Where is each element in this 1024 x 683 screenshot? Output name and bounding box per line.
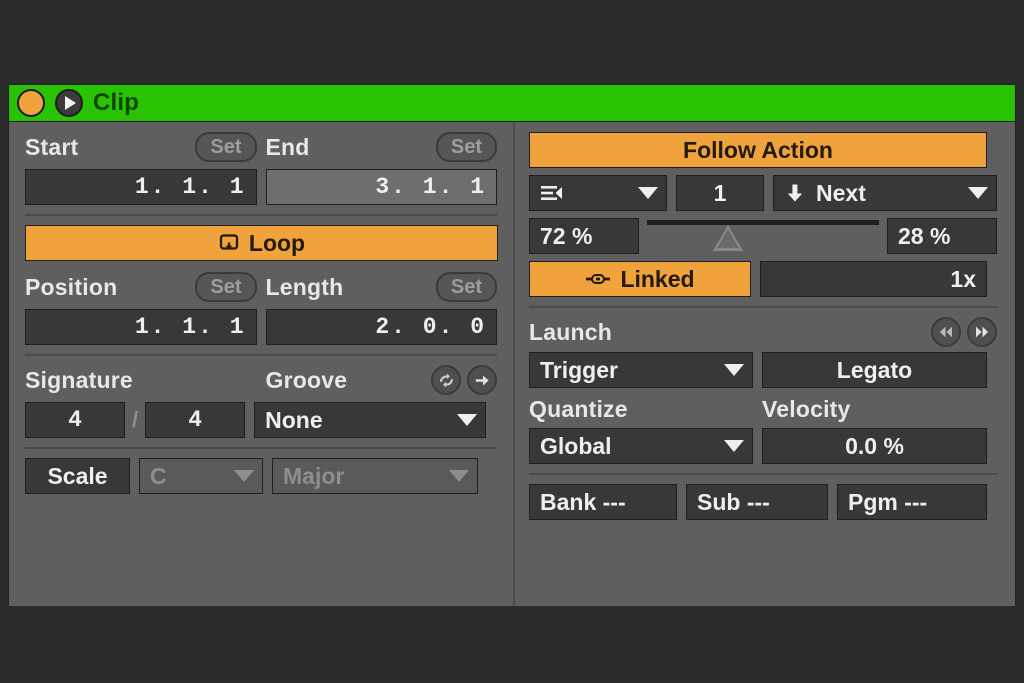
loop-label: Loop (248, 229, 306, 256)
velocity-amount-field[interactable]: 0.0 % (762, 428, 987, 464)
launch-mode-row: Trigger Legato (529, 352, 997, 388)
end-set-button[interactable]: Set (435, 132, 497, 162)
signature-label: Signature (25, 366, 133, 393)
clip-panel-body: Start Set End Set 1. 1. 1 3. 1. 1 Loop P… (9, 122, 1015, 606)
link-icon (585, 271, 611, 287)
signature-numerator-field[interactable]: 4 (25, 402, 125, 438)
signature-separator: / (132, 407, 139, 432)
chevron-down-icon (457, 414, 478, 426)
pgm-field[interactable]: Pgm --- (837, 484, 987, 520)
follow-action-chance-row: 72 % 28 % (529, 218, 997, 254)
scale-root-dropdown[interactable]: C (139, 458, 263, 494)
signature-denominator-field[interactable]: 4 (145, 402, 246, 438)
follow-action-chance-a-field[interactable]: 72 % (529, 218, 639, 254)
follow-action-chance-slider[interactable] (647, 218, 879, 254)
quantize-velocity-value-row: Global 0.0 % (529, 428, 997, 464)
launch-quantize-dropdown[interactable]: Global (529, 428, 753, 464)
arrow-right-icon[interactable] (467, 365, 497, 395)
follow-action-row: 1 Next (529, 175, 997, 211)
position-label: Position (25, 273, 118, 300)
groove-value: None (265, 406, 323, 433)
groove-dropdown[interactable]: None (254, 402, 487, 438)
hotswap-icon[interactable] (431, 365, 461, 395)
follow-action-target-value: Next (816, 179, 866, 206)
scale-row: Scale C Major (25, 458, 497, 494)
divider-loop-signature (25, 354, 497, 356)
sub-field[interactable]: Sub --- (686, 484, 828, 520)
clip-list-icon (540, 184, 566, 202)
chevron-down-icon (638, 187, 658, 199)
follow-action-toggle-button[interactable]: Follow Action (529, 132, 987, 168)
loop-toggle-button[interactable]: Loop (25, 225, 498, 261)
orange-dot-icon[interactable] (17, 89, 45, 117)
page-title: Clip (93, 89, 140, 116)
loop-position-field[interactable]: 1. 1. 1 (25, 309, 257, 345)
groove-label: Groove (265, 366, 348, 393)
start-end-label-row: Start Set End Set (25, 132, 497, 162)
legato-toggle-button[interactable]: Legato (762, 352, 987, 388)
midi-program-row: Bank --- Sub --- Pgm --- (529, 484, 997, 520)
start-label: Start (25, 133, 79, 160)
follow-action-multiplier-field[interactable]: 1x (760, 261, 987, 297)
signature-groove-value-row: 4 / 4 None (25, 402, 497, 438)
loop-icon (218, 233, 240, 253)
launch-label: Launch (529, 318, 612, 345)
clip-left-column: Start Set End Set 1. 1. 1 3. 1. 1 Loop P… (9, 122, 513, 606)
follow-action-chance-b-field[interactable]: 28 % (887, 218, 997, 254)
quantize-velocity-label-row: Quantize Velocity (529, 396, 997, 423)
bank-field[interactable]: Bank --- (529, 484, 677, 520)
chevron-down-icon (449, 470, 469, 482)
linked-toggle-button[interactable]: Linked (529, 261, 751, 297)
loop-length-field[interactable]: 2. 0. 0 (265, 309, 497, 345)
play-icon[interactable] (55, 89, 83, 117)
follow-action-bars-field[interactable]: 1 (676, 175, 764, 211)
scale-toggle-button[interactable]: Scale (25, 458, 130, 494)
scale-mode-value: Major (283, 462, 345, 489)
chevron-down-icon (968, 187, 988, 199)
signature-groove-label-row: Signature Groove (25, 365, 497, 395)
end-label: End (265, 133, 310, 160)
divider-start-loop (25, 214, 497, 216)
position-length-value-row: 1. 1. 1 2. 0. 0 (25, 309, 497, 345)
slider-thumb[interactable] (713, 225, 744, 251)
slider-track (647, 220, 879, 225)
divider-follow-launch (529, 306, 997, 308)
quantize-value: Global (540, 432, 612, 459)
clip-right-column: Follow Action 1 Next 72 % 28 % Linked 1x… (515, 122, 1015, 606)
chevron-down-icon (234, 470, 254, 482)
length-set-button[interactable]: Set (435, 272, 497, 302)
arrow-down-icon (786, 183, 804, 203)
divider-launch-midi (529, 473, 997, 475)
start-set-button[interactable]: Set (195, 132, 257, 162)
velocity-label: Velocity (762, 396, 851, 422)
launch-header-row: Launch (529, 317, 997, 347)
length-label: Length (265, 273, 344, 300)
chevron-down-icon (724, 440, 744, 452)
next-icon[interactable] (967, 317, 997, 347)
scale-mode-dropdown[interactable]: Major (272, 458, 478, 494)
follow-action-mode-dropdown[interactable] (529, 175, 667, 211)
start-end-value-row: 1. 1. 1 3. 1. 1 (25, 169, 497, 205)
clip-panel: Clip Start Set End Set 1. 1. 1 3. 1. 1 L… (8, 84, 1016, 606)
quantize-label: Quantize (529, 396, 628, 422)
launch-mode-value: Trigger (540, 356, 618, 383)
play-triangle (65, 96, 76, 110)
follow-action-linked-row: Linked 1x (529, 261, 997, 297)
end-value-field[interactable]: 3. 1. 1 (265, 169, 497, 205)
divider-signature-scale (25, 447, 497, 449)
linked-label: Linked (620, 265, 695, 292)
scale-root-value: C (150, 462, 167, 489)
start-value-field[interactable]: 1. 1. 1 (25, 169, 257, 205)
prev-icon[interactable] (931, 317, 961, 347)
position-set-button[interactable]: Set (195, 272, 257, 302)
app-root: Clip Start Set End Set 1. 1. 1 3. 1. 1 L… (0, 0, 1024, 683)
clip-titlebar: Clip (9, 85, 1015, 122)
position-length-label-row: Position Set Length Set (25, 272, 497, 302)
chevron-down-icon (724, 364, 744, 376)
follow-action-target-dropdown[interactable]: Next (773, 175, 997, 211)
launch-mode-dropdown[interactable]: Trigger (529, 352, 753, 388)
